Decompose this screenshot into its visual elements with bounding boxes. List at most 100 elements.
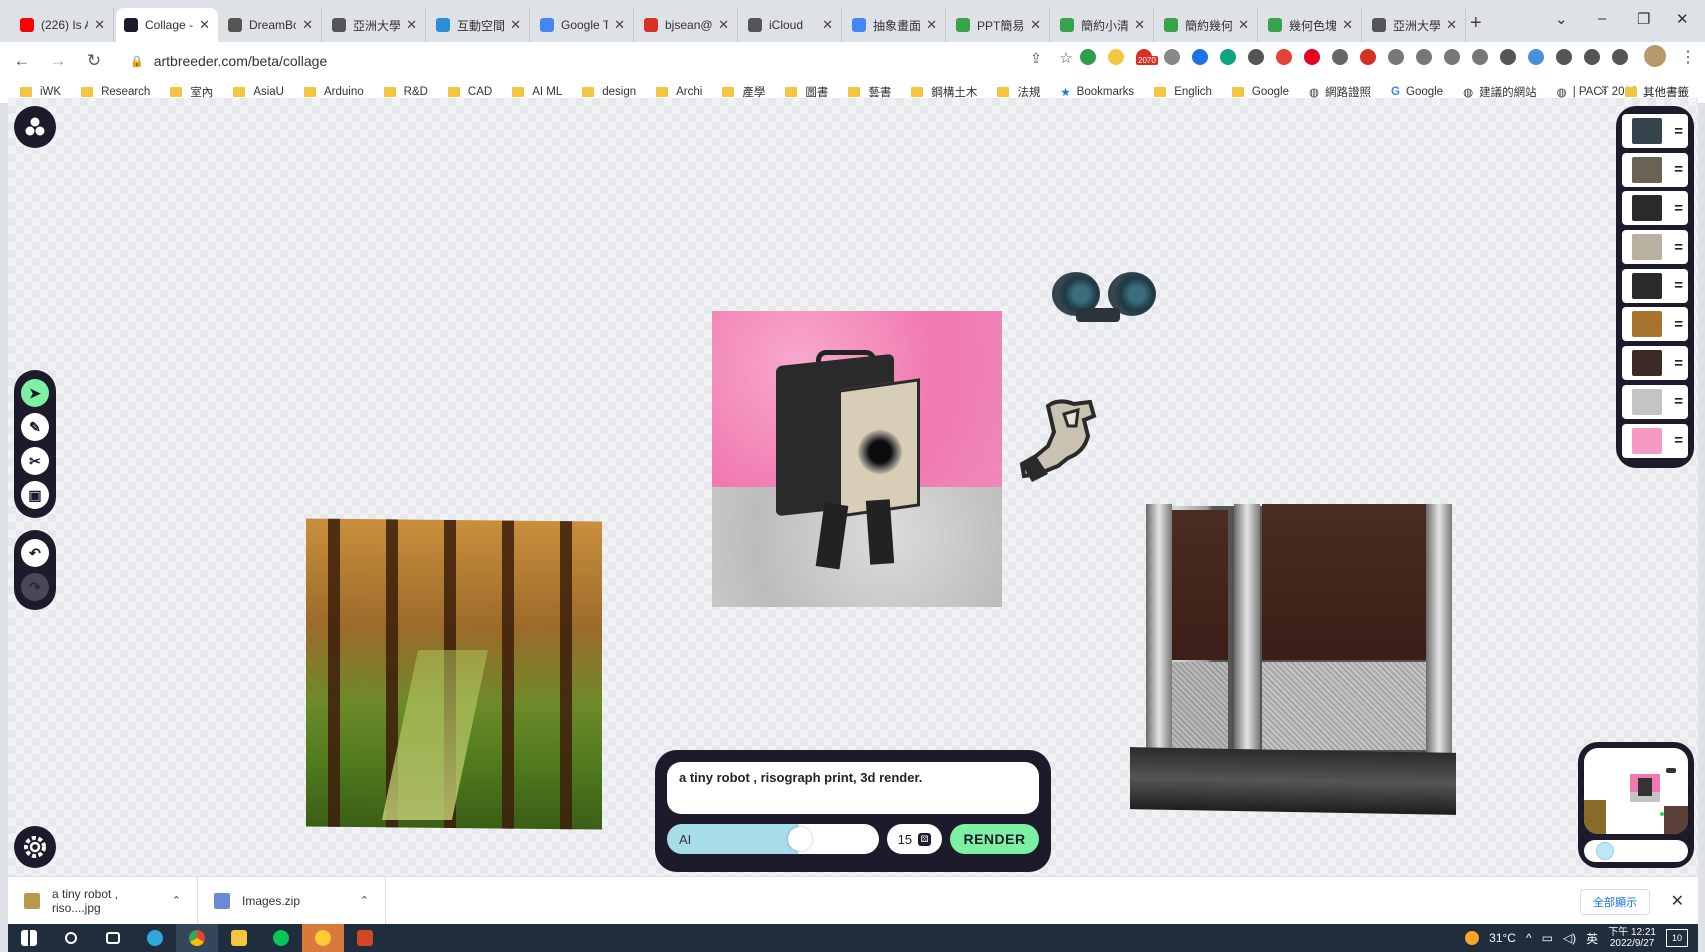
extension-icon[interactable] bbox=[1416, 49, 1432, 65]
layer-item-camera-leg[interactable]: = bbox=[1622, 191, 1688, 226]
ai-strength-knob[interactable] bbox=[787, 827, 812, 851]
ai-strength-slider[interactable]: AI bbox=[667, 824, 879, 854]
browser-tab[interactable]: bjsean@ ✕ bbox=[636, 8, 738, 42]
browser-tab[interactable]: 互動空間 ✕ bbox=[428, 8, 530, 42]
bookmark-item[interactable]: G Google bbox=[1391, 86, 1443, 98]
zoom-slider-knob[interactable] bbox=[1595, 842, 1614, 860]
browser-tab[interactable]: 幾何色塊 ✕ bbox=[1260, 8, 1362, 42]
extension-icon[interactable] bbox=[1556, 49, 1572, 65]
extension-icon[interactable] bbox=[1388, 49, 1404, 65]
close-tab-icon[interactable]: ✕ bbox=[926, 17, 937, 33]
undo-button[interactable]: ↶ bbox=[21, 539, 49, 567]
task-view-button[interactable] bbox=[92, 924, 134, 952]
extension-icon[interactable] bbox=[1080, 49, 1096, 65]
bookmark-item[interactable]: Englich bbox=[1154, 86, 1212, 98]
search-button[interactable] bbox=[50, 924, 92, 952]
select-tool-button[interactable]: ➤ bbox=[21, 379, 49, 407]
layer-item-box-camera[interactable]: = bbox=[1622, 152, 1688, 187]
layer-item-camera-leg[interactable]: = bbox=[1622, 268, 1688, 303]
extension-icon[interactable] bbox=[1332, 49, 1348, 65]
close-tab-icon[interactable]: ✕ bbox=[510, 17, 521, 33]
extension-icon[interactable] bbox=[1108, 49, 1124, 65]
bookmark-item[interactable]: ★ Bookmarks bbox=[1060, 85, 1134, 99]
minimize-button[interactable]: – bbox=[1598, 10, 1606, 27]
extension-icon[interactable] bbox=[1220, 49, 1236, 65]
bookmark-item[interactable]: Google bbox=[1231, 86, 1289, 98]
close-tab-icon[interactable]: ✕ bbox=[406, 17, 417, 33]
bookmark-item[interactable]: AsiaU bbox=[233, 86, 284, 98]
close-tab-icon[interactable]: ✕ bbox=[1030, 17, 1041, 33]
extension-icon[interactable] bbox=[1472, 49, 1488, 65]
redo-button[interactable]: ↷ bbox=[21, 573, 49, 601]
close-tab-icon[interactable]: ✕ bbox=[1134, 17, 1145, 33]
browser-tab[interactable]: 簡約小清 ✕ bbox=[1052, 8, 1154, 42]
drag-handle-icon[interactable]: = bbox=[1674, 161, 1683, 178]
browser-tab[interactable]: 亞洲大學 ✕ bbox=[324, 8, 426, 42]
extension-icon[interactable] bbox=[1304, 49, 1320, 65]
layer-item-forest[interactable]: = bbox=[1622, 307, 1688, 342]
bookmark-star-icon[interactable]: ☆ bbox=[1052, 49, 1080, 67]
drag-handle-icon[interactable]: = bbox=[1674, 316, 1683, 333]
binoculars-image[interactable] bbox=[1046, 268, 1166, 330]
browser-tab[interactable]: Collage - ✕ bbox=[116, 8, 218, 42]
drag-handle-icon[interactable]: = bbox=[1674, 200, 1683, 217]
chevron-up-icon[interactable]: ⌃ bbox=[360, 894, 369, 907]
robot-arm-image[interactable] bbox=[1018, 396, 1098, 484]
dice-icon[interactable]: ⚄ bbox=[918, 832, 932, 846]
back-icon[interactable]: ← bbox=[8, 51, 36, 71]
render-button[interactable]: RENDER bbox=[950, 824, 1039, 854]
browser-tab[interactable]: 亞洲大學 ✕ bbox=[1364, 8, 1466, 42]
browser-tab[interactable]: Google T ✕ bbox=[532, 8, 634, 42]
notifications-button[interactable]: 10 bbox=[1666, 929, 1688, 947]
drag-handle-icon[interactable]: = bbox=[1674, 123, 1683, 140]
download-item[interactable]: a tiny robot , riso....jpg ⌃ bbox=[8, 876, 198, 925]
profile-avatar[interactable] bbox=[1644, 45, 1666, 67]
line-app[interactable] bbox=[260, 924, 302, 952]
seed-steps-control[interactable]: 15 ⚄ bbox=[886, 824, 943, 854]
bookmark-item[interactable]: Research bbox=[81, 86, 150, 98]
reload-icon[interactable]: ↻ bbox=[80, 51, 108, 71]
layer-item-robot-arm[interactable]: = bbox=[1622, 230, 1688, 265]
download-item[interactable]: Images.zip ⌃ bbox=[198, 876, 386, 925]
show-all-downloads-button[interactable]: 全部顯示 bbox=[1580, 889, 1650, 915]
browser-tab[interactable]: (226) Is A ✕ bbox=[12, 8, 114, 42]
browser-menu-icon[interactable]: ⋮ bbox=[1680, 47, 1696, 67]
close-tab-icon[interactable]: ✕ bbox=[822, 17, 833, 33]
tab-search-icon[interactable]: ⌄ bbox=[1555, 10, 1568, 28]
brush-tool-button[interactable]: ✎ bbox=[21, 413, 49, 441]
edge-app[interactable] bbox=[134, 924, 176, 952]
camera-leg-right[interactable] bbox=[865, 499, 895, 565]
chrome-app[interactable] bbox=[176, 924, 218, 952]
extension-icon[interactable] bbox=[1192, 49, 1208, 65]
browser-tab[interactable]: PPT簡易 ✕ bbox=[948, 8, 1050, 42]
layer-item-gray-swatch[interactable]: = bbox=[1622, 384, 1688, 419]
drag-handle-icon[interactable]: = bbox=[1674, 239, 1683, 256]
restore-button[interactable]: ❐ bbox=[1637, 10, 1650, 28]
address-bar[interactable]: 🔒 artbreeder.com/beta/collage bbox=[120, 47, 1020, 75]
cutout-tool-button[interactable]: ✂ bbox=[21, 447, 49, 475]
prompt-input[interactable]: a tiny robot , risograph print, 3d rende… bbox=[667, 762, 1039, 814]
settings-button[interactable] bbox=[14, 826, 56, 868]
drag-handle-icon[interactable]: = bbox=[1674, 355, 1683, 372]
bookmark-item[interactable]: Archi bbox=[656, 86, 702, 98]
close-tab-icon[interactable]: ✕ bbox=[199, 17, 210, 33]
layer-item-binoculars[interactable]: = bbox=[1622, 114, 1688, 148]
close-tab-icon[interactable]: ✕ bbox=[718, 17, 729, 33]
bookmark-item[interactable]: AI ML bbox=[512, 86, 562, 98]
clock[interactable]: 下午 12:21 2022/9/27 bbox=[1608, 927, 1656, 949]
image-tool-button[interactable]: ▣ bbox=[21, 481, 49, 509]
sun-app[interactable] bbox=[302, 924, 344, 952]
extension-icon[interactable] bbox=[1164, 49, 1180, 65]
close-tab-icon[interactable]: ✕ bbox=[1342, 17, 1353, 33]
file-explorer-app[interactable] bbox=[218, 924, 260, 952]
ime-indicator[interactable]: 英 bbox=[1586, 930, 1598, 947]
close-tab-icon[interactable]: ✕ bbox=[1446, 17, 1457, 33]
close-window-button[interactable]: ✕ bbox=[1676, 10, 1689, 28]
extension-icon[interactable] bbox=[1444, 49, 1460, 65]
share-icon[interactable]: ⇪ bbox=[1022, 50, 1050, 67]
bookmark-item[interactable]: Arduino bbox=[304, 86, 364, 98]
browser-tab[interactable]: 抽象畫面 ✕ bbox=[844, 8, 946, 42]
layer-item-elevator[interactable]: = bbox=[1622, 346, 1688, 381]
zoom-slider[interactable] bbox=[1584, 840, 1688, 862]
extension-icon[interactable] bbox=[1584, 49, 1600, 65]
